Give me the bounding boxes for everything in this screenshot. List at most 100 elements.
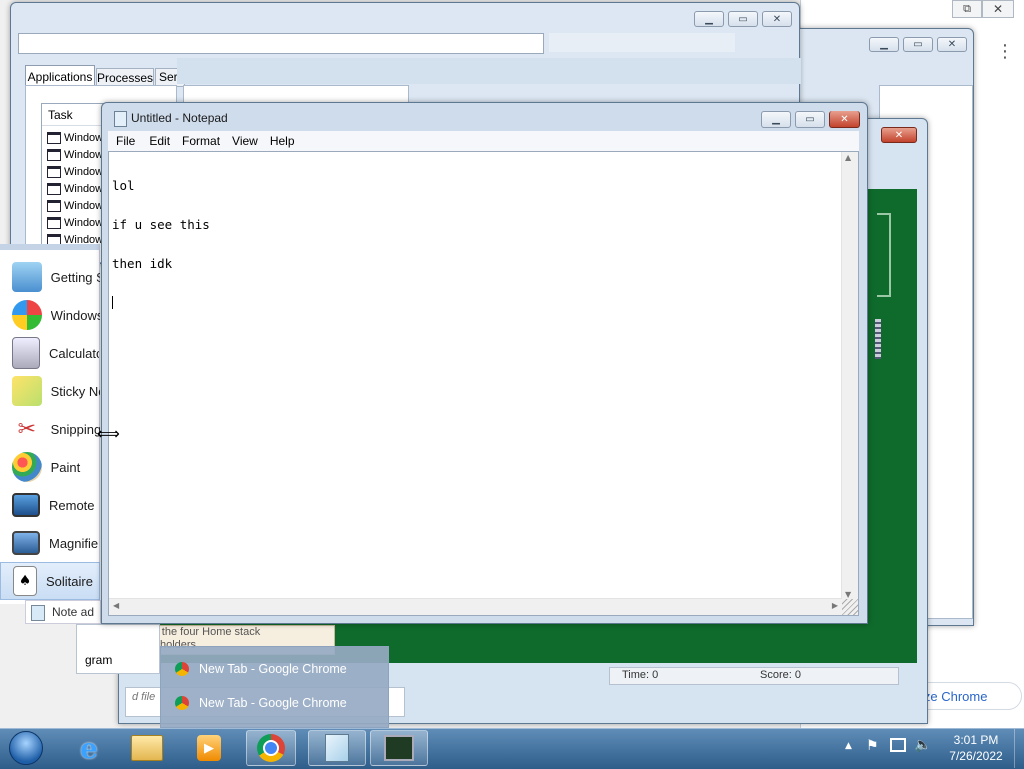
network-icon[interactable]	[890, 738, 906, 752]
taskbar-chrome[interactable]	[246, 730, 296, 766]
solitaire-icon: ♠	[13, 566, 37, 596]
vertical-scrollbar[interactable]: ▲ ▼	[841, 152, 858, 600]
taskbar-media-player[interactable]: ▶	[184, 730, 234, 766]
task-manager-icon	[384, 735, 414, 761]
start-item-magnifier[interactable]: Magnifier	[0, 524, 100, 562]
menu-file[interactable]: File	[108, 134, 143, 148]
volume-icon[interactable]: 🔈	[914, 737, 931, 753]
chrome-icon	[175, 696, 189, 710]
clock-date: 7/26/2022	[949, 749, 1003, 763]
chrome-customize-label: ize Chrome	[921, 688, 988, 704]
menu-help[interactable]: Help	[264, 134, 301, 148]
task-row[interactable]: Window	[47, 214, 103, 231]
scroll-left-icon[interactable]: ◀	[113, 601, 119, 610]
close-button[interactable]: ✕	[762, 11, 792, 27]
size-grip[interactable]	[842, 599, 858, 615]
background-window-inner	[177, 58, 801, 84]
resize-cursor-icon: ⟺	[97, 424, 120, 443]
chrome-restore-button[interactable]: ⧉	[952, 0, 982, 18]
horizontal-scrollbar[interactable]: ◀ ▶	[109, 598, 842, 615]
calculator-icon	[12, 337, 40, 369]
notepad-title-icon	[114, 111, 127, 127]
maximize-button[interactable]: ▭	[728, 11, 758, 27]
tab-label: Ser	[159, 70, 178, 84]
window-icon	[47, 165, 61, 178]
scroll-right-icon[interactable]: ▶	[832, 601, 838, 610]
task-row[interactable]: Window	[47, 180, 103, 197]
task-row[interactable]: Window	[47, 146, 103, 163]
action-center-flag-icon[interactable]: ⚑	[866, 738, 879, 754]
taskbar-explorer[interactable]	[122, 730, 172, 766]
notepad-icon	[325, 734, 349, 762]
taskbar-task-manager[interactable]	[370, 730, 428, 766]
start-menu: Getting St Windows Calculato Sticky No ✂…	[0, 244, 100, 604]
text-line: then idk	[112, 256, 173, 271]
task-row[interactable]: Window	[47, 163, 103, 180]
chrome-thumbnail-popup: New Tab - Google Chrome New Tab - Google…	[160, 646, 389, 728]
address-field[interactable]	[18, 33, 544, 54]
menu-bar: File Edit Format View Help	[108, 131, 859, 151]
minimize-button[interactable]: ▁	[694, 11, 724, 27]
start-item-solitaire[interactable]: ♠ Solitaire	[0, 562, 100, 600]
close-button[interactable]: ✕	[937, 37, 967, 52]
chrome-icon	[175, 662, 189, 676]
minimize-button[interactable]: ▁	[869, 37, 899, 52]
menu-view[interactable]: View	[226, 134, 264, 148]
remote-desktop-icon	[12, 493, 40, 517]
tab-strip: Applications Processes Ser	[25, 65, 195, 87]
notepad-label: Note ad	[52, 605, 95, 619]
chrome-window-item[interactable]: New Tab - Google Chrome	[175, 691, 375, 715]
taskbar-notepad[interactable]	[308, 730, 366, 766]
chrome-window-item[interactable]: New Tab - Google Chrome	[175, 657, 375, 681]
start-item-calculator[interactable]: Calculato	[0, 334, 100, 372]
start-item-notepad[interactable]: Note ad	[25, 600, 101, 624]
scroll-down-icon[interactable]: ▼	[845, 590, 851, 599]
text-line: lol	[112, 178, 135, 193]
window-icon	[47, 182, 61, 195]
windows-orb-icon	[12, 300, 42, 330]
folder-icon	[131, 735, 163, 761]
notepad-window: Untitled - Notepad ▁ ▭ ✕ File Edit Forma…	[101, 102, 868, 624]
maximize-button[interactable]: ▭	[903, 37, 933, 52]
minimize-button[interactable]: ▁	[761, 111, 791, 128]
chrome-close-button[interactable]: ✕	[982, 0, 1014, 18]
start-item-paint[interactable]: Paint	[0, 448, 100, 486]
scroll-up-icon[interactable]: ▲	[845, 153, 851, 162]
search-field[interactable]	[549, 33, 735, 52]
internet-explorer-icon: e	[80, 731, 98, 765]
chrome-menu-icon[interactable]: ⋮	[996, 42, 1014, 62]
task-row[interactable]: Window	[47, 129, 103, 146]
sticky-notes-icon	[12, 376, 42, 406]
text-line: if u see this	[112, 217, 210, 232]
menu-edit[interactable]: Edit	[143, 134, 176, 148]
text-editor[interactable]: lol if u see this then idk ▲ ▼ ◀ ▶	[108, 151, 859, 616]
window-icon	[47, 199, 61, 212]
start-button[interactable]	[6, 730, 46, 766]
snipping-tool-icon: ✂	[17, 416, 37, 442]
chrome-customize-link[interactable]: ize Chrome	[912, 682, 1022, 710]
item-label: New Tab - Google Chrome	[199, 662, 347, 676]
start-item-sticky-notes[interactable]: Sticky No	[0, 372, 100, 410]
clock[interactable]: 3:01 PM 7/26/2022	[940, 732, 1012, 766]
show-hidden-icons-icon[interactable]: ▲	[845, 741, 852, 751]
start-item-getting-started[interactable]: Getting St	[0, 258, 100, 296]
start-item-snipping[interactable]: ✂ Snipping	[0, 410, 100, 448]
item-label: New Tab - Google Chrome	[199, 696, 347, 710]
tab-applications[interactable]: Applications	[25, 65, 95, 87]
status-bar: Time: 0 Score: 0	[609, 667, 899, 685]
start-item-remote-desktop[interactable]: Remote D	[0, 486, 100, 524]
start-item-windows[interactable]: Windows	[0, 296, 100, 334]
window-icon	[47, 148, 61, 161]
chrome-icon	[257, 734, 285, 762]
tab-label: Applications	[27, 69, 93, 84]
show-desktop-button[interactable]	[1014, 729, 1024, 768]
close-button[interactable]: ✕	[881, 127, 917, 143]
close-button[interactable]: ✕	[829, 111, 860, 128]
card-stack-edge	[875, 319, 881, 359]
taskbar-ie[interactable]: e	[64, 730, 114, 766]
maximize-button[interactable]: ▭	[795, 111, 825, 128]
task-row[interactable]: Window	[47, 197, 103, 214]
column-label: Task	[48, 108, 73, 122]
menu-format[interactable]: Format	[176, 134, 226, 148]
card-slot	[877, 213, 891, 297]
